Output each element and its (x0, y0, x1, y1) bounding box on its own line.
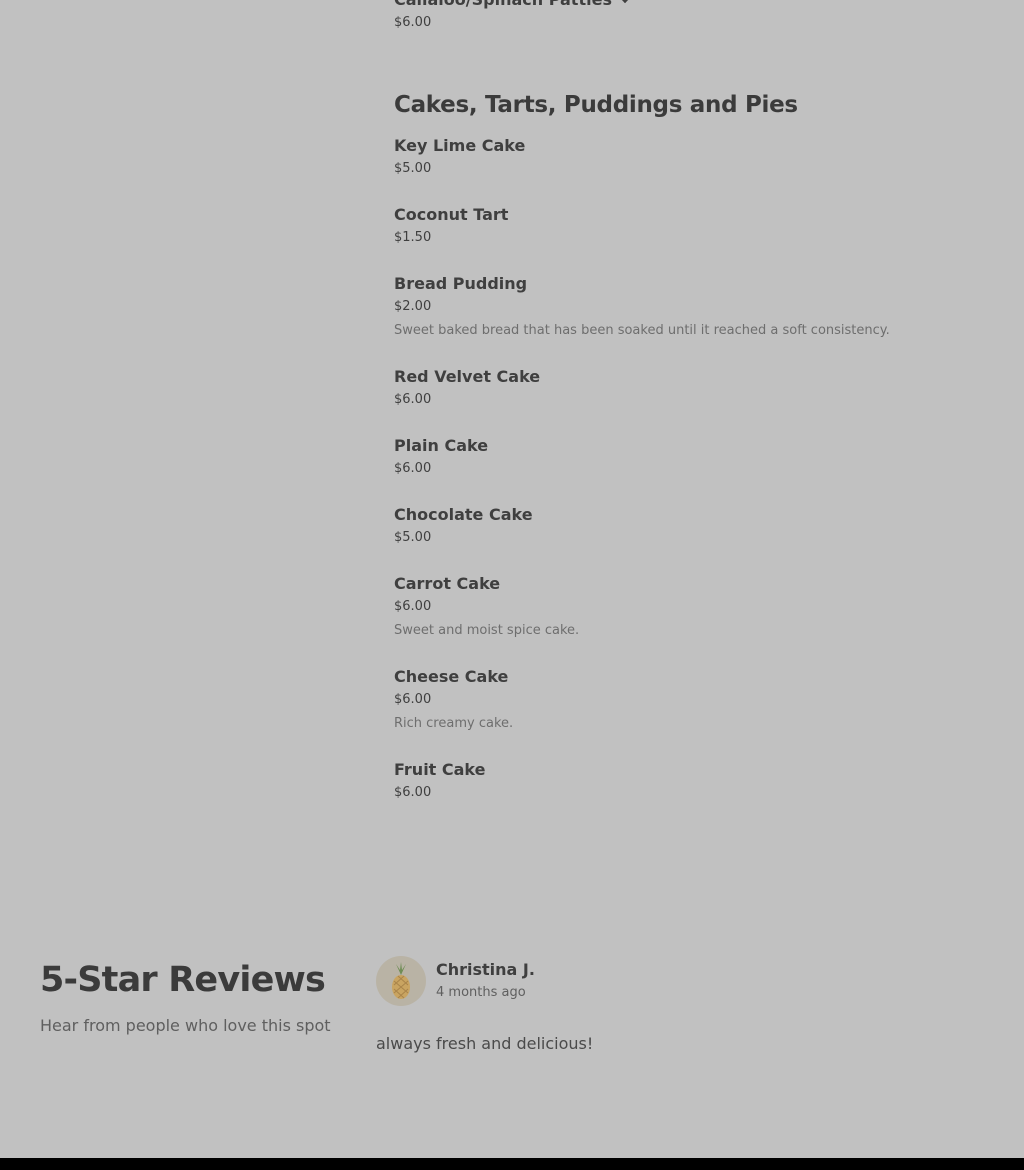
reviewer-name: Christina J. (436, 960, 535, 979)
menu-item-callaloo[interactable]: Callaloo/Spinach Patties $6.00 (394, 0, 633, 32)
review-meta: Christina J. 4 months ago (436, 956, 535, 1000)
menu-item[interactable]: Cheese Cake $6.00 Rich creamy cake. (394, 665, 994, 733)
item-price: $5.00 (394, 530, 432, 545)
item-name: Cheese Cake (394, 667, 509, 686)
item-name: Red Velvet Cake (394, 367, 541, 386)
item-price: $1.50 (394, 230, 432, 245)
menu-item[interactable]: Fruit Cake $6.00 (394, 758, 994, 802)
item-price: $6.00 (394, 392, 432, 407)
menu-item[interactable]: Plain Cake $6.00 (394, 434, 994, 478)
item-name: Fruit Cake (394, 760, 486, 779)
reviews-title: 5-Star Reviews (40, 960, 326, 1000)
pineapple-icon (392, 962, 410, 999)
item-price: $6.00 (394, 15, 432, 30)
item-price: $2.00 (394, 299, 432, 314)
item-price: $5.00 (394, 161, 432, 176)
review-header: Christina J. 4 months ago (376, 956, 996, 1006)
section-title: Cakes, Tarts, Puddings and Pies (394, 92, 798, 118)
menu-item[interactable]: Chocolate Cake $5.00 (394, 503, 994, 547)
item-name: Coconut Tart (394, 205, 509, 224)
review-time: 4 months ago (436, 985, 526, 1000)
item-name: Carrot Cake (394, 574, 501, 593)
item-name: Plain Cake (394, 436, 489, 455)
menu-item[interactable]: Coconut Tart $1.50 (394, 203, 994, 247)
item-description: Sweet baked bread that has been soaked u… (394, 323, 890, 338)
avatar (376, 956, 426, 1006)
item-name: Bread Pudding (394, 274, 528, 293)
review-card: Christina J. 4 months ago always fresh a… (376, 956, 996, 1053)
chevron-down-icon (617, 0, 633, 4)
item-price: $6.00 (394, 599, 432, 614)
reviews-header: 5-Star Reviews Hear from people who love… (40, 958, 331, 1035)
item-name: Chocolate Cake (394, 505, 533, 524)
footer-bar (0, 1158, 1024, 1170)
menu-item[interactable]: Bread Pudding $2.00 Sweet baked bread th… (394, 272, 994, 340)
item-description: Rich creamy cake. (394, 716, 514, 731)
item-price: $6.00 (394, 461, 432, 476)
item-name: Callaloo/Spinach Patties (394, 0, 633, 12)
menu-section-cakes: Cakes, Tarts, Puddings and Pies Key Lime… (394, 88, 994, 827)
reviews-subtitle: Hear from people who love this spot (40, 1016, 331, 1035)
item-description: Sweet and moist spice cake. (394, 623, 580, 638)
item-name: Key Lime Cake (394, 136, 526, 155)
menu-item[interactable]: Key Lime Cake $5.00 (394, 134, 994, 178)
item-price: $6.00 (394, 692, 432, 707)
menu-item[interactable]: Carrot Cake $6.00 Sweet and moist spice … (394, 572, 994, 640)
item-price: $6.00 (394, 785, 432, 800)
review-text: always fresh and delicious! (376, 1034, 594, 1053)
menu-item[interactable]: Red Velvet Cake $6.00 (394, 365, 994, 409)
